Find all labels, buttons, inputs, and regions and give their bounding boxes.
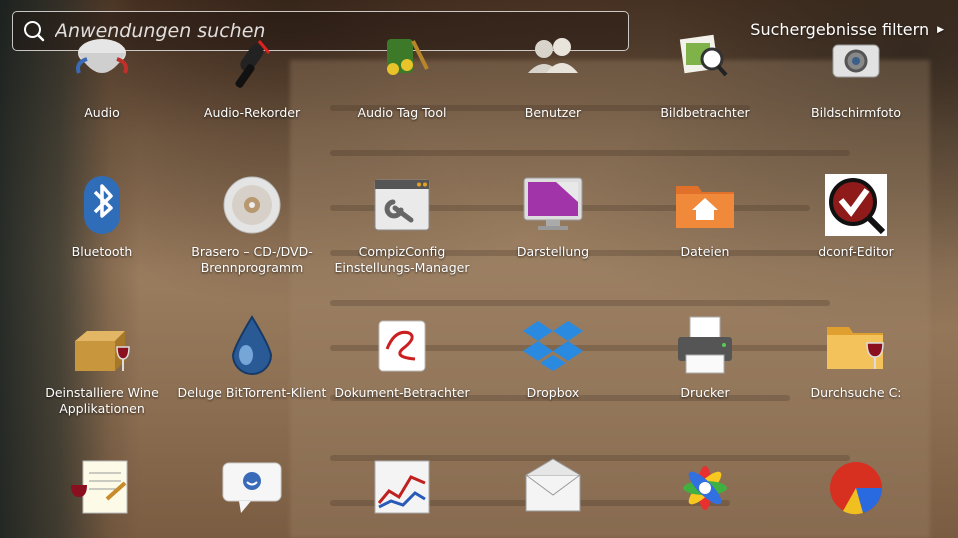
app-label: Durchsuche C: [810, 385, 902, 400]
wine-folder-icon [827, 327, 884, 369]
app-launcher[interactable]: Dokument-Betrachter [327, 313, 477, 401]
app-label: Dokument-Betrachter [334, 385, 470, 400]
app-label: Bildbetrachter [660, 105, 750, 120]
app-label: Bildschirmfoto [811, 105, 901, 120]
chat-bubble-icon [222, 462, 282, 513]
app-launcher[interactable]: Dateien [630, 172, 780, 260]
microphone-icon [235, 40, 271, 88]
dropbox-icon [523, 321, 583, 371]
app-launcher[interactable] [177, 455, 327, 527]
bluetooth-icon [84, 176, 120, 234]
app-launcher[interactable] [630, 455, 780, 527]
app-label: Benutzer [524, 105, 582, 120]
app-launcher[interactable] [781, 455, 931, 527]
app-label: Audio-Rekorder [203, 105, 301, 120]
app-launcher[interactable]: Dropbox [478, 313, 628, 401]
app-launcher[interactable]: Audio Tag Tool [327, 33, 477, 121]
app-label: Audio Tag Tool [357, 105, 447, 120]
app-label: Brasero – CD-/DVD-Brennprogramm [191, 244, 313, 275]
app-label: Audio [84, 105, 120, 120]
home-folder-icon [676, 186, 734, 228]
app-launcher[interactable]: CompizConfig Einstellungs-Manager [327, 172, 477, 276]
app-launcher[interactable]: Darstellung [478, 172, 628, 260]
music-notes-icon [387, 39, 429, 75]
app-launcher[interactable]: Brasero – CD-/DVD-Brennprogramm [177, 172, 327, 276]
background-text-line [330, 300, 830, 306]
app-label: Deluge BitTorrent-Klient [177, 385, 327, 400]
app-launcher[interactable]: Durchsuche C: [781, 313, 931, 401]
printer-icon [678, 316, 732, 374]
document-viewer-icon [378, 320, 426, 372]
display-icon [523, 177, 583, 230]
water-drop-icon [231, 315, 273, 375]
disc-icon [223, 176, 281, 234]
app-label: Dateien [680, 244, 730, 259]
app-label: Bluetooth [71, 244, 133, 259]
triangle-right-icon: ▶ [937, 24, 944, 35]
background-text-line [330, 150, 850, 156]
app-launcher[interactable]: Audio [27, 33, 177, 121]
envelope-icon [525, 458, 581, 512]
app-label: CompizConfig Einstellungs-Manager [334, 244, 470, 275]
app-launcher[interactable] [27, 455, 177, 527]
app-launcher[interactable]: Bildschirmfoto [781, 33, 931, 121]
app-launcher[interactable]: Bluetooth [27, 172, 177, 260]
dconf-magnifier-icon [825, 174, 887, 236]
app-launcher[interactable]: dconf-Editor [781, 172, 931, 260]
flower-icon [683, 466, 727, 510]
app-launcher[interactable]: Benutzer [478, 33, 628, 121]
image-viewer-icon [679, 34, 728, 77]
wine-notepad-icon [71, 460, 128, 514]
app-label: Drucker [680, 385, 730, 400]
users-icon [528, 38, 578, 73]
camera-icon [832, 44, 880, 78]
app-label: Dropbox [526, 385, 580, 400]
app-label: dconf-Editor [818, 244, 894, 259]
app-label: Deinstalliere Wine Applikationen [45, 385, 159, 416]
app-launcher[interactable] [478, 455, 628, 527]
app-launcher[interactable]: Bildbetrachter [630, 33, 780, 121]
app-launcher[interactable]: Deinstalliere Wine Applikationen [27, 313, 177, 417]
line-graph-icon [374, 460, 430, 514]
app-label: Darstellung [516, 244, 590, 259]
app-launcher[interactable]: Deluge BitTorrent-Klient [177, 313, 327, 401]
pie-chart-icon [830, 462, 882, 515]
app-launcher[interactable]: Audio-Rekorder [177, 33, 327, 121]
audio-icon [76, 39, 128, 74]
settings-window-icon [374, 179, 430, 231]
app-launcher[interactable]: Drucker [630, 313, 780, 401]
app-launcher[interactable] [327, 455, 477, 527]
wine-box-icon [75, 331, 130, 371]
